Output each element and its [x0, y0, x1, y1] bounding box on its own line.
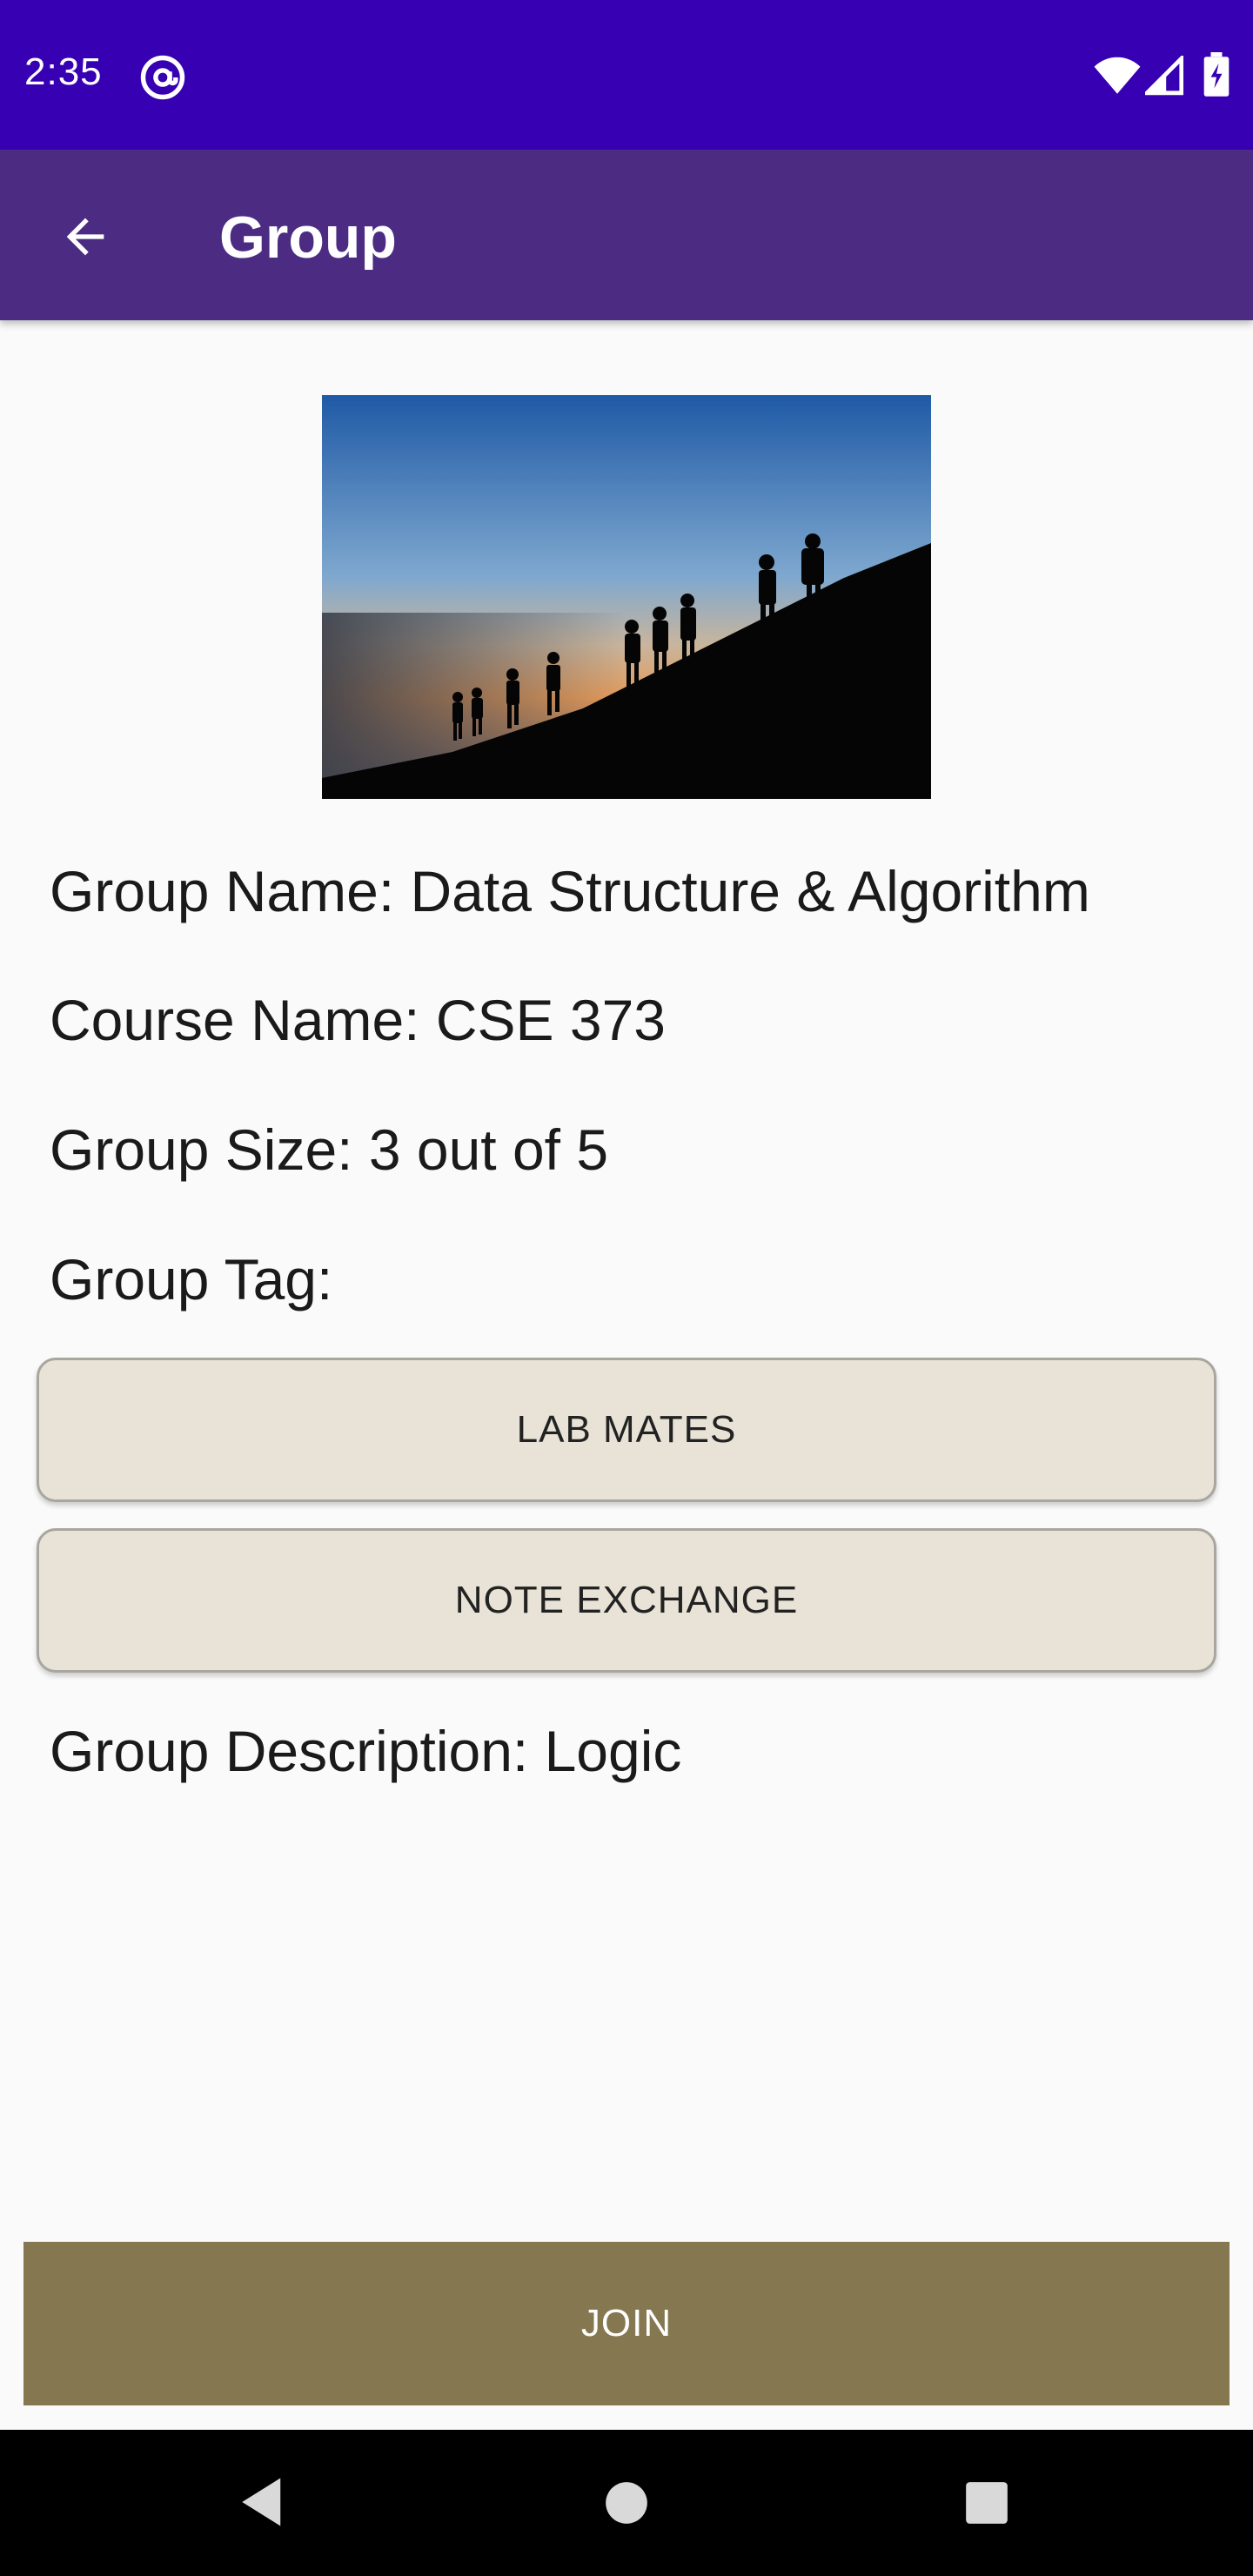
- group-screen: 2:35 Group Group Name: Data Structure & …: [0, 0, 1253, 2576]
- status-bar: 2:35: [0, 0, 1253, 150]
- status-time: 2:35: [24, 50, 103, 93]
- page-title: Group: [219, 205, 397, 271]
- system-nav-bar: [0, 2430, 1253, 2576]
- at-sign-icon: [140, 55, 185, 100]
- tag-lab-mates-button[interactable]: LAB MATES: [37, 1358, 1216, 1502]
- tag-note-exchange-button[interactable]: NOTE EXCHANGE: [37, 1528, 1216, 1673]
- course-name-text: Course Name: CSE 373: [50, 988, 666, 1052]
- app-bar: Group: [0, 150, 1253, 320]
- wifi-icon: [1094, 57, 1141, 94]
- group-description-text: Group Description: Logic: [50, 1719, 682, 1783]
- group-size-text: Group Size: 3 out of 5: [50, 1117, 609, 1182]
- battery-icon: [1203, 52, 1230, 97]
- recents-square-icon[interactable]: [964, 2480, 1009, 2526]
- group-image: [322, 395, 931, 799]
- group-name-text: Group Name: Data Structure & Algorithm: [50, 859, 1090, 923]
- back-triangle-icon[interactable]: [235, 2473, 292, 2531]
- home-circle-icon[interactable]: [604, 2480, 649, 2526]
- group-tag-heading: Group Tag:: [50, 1247, 333, 1311]
- signal-icon: [1145, 56, 1183, 96]
- arrow-left-icon: [66, 218, 104, 256]
- hikers-silhouette-photo: [322, 395, 931, 799]
- back-button[interactable]: [42, 193, 129, 280]
- join-button[interactable]: JOIN: [23, 2242, 1230, 2405]
